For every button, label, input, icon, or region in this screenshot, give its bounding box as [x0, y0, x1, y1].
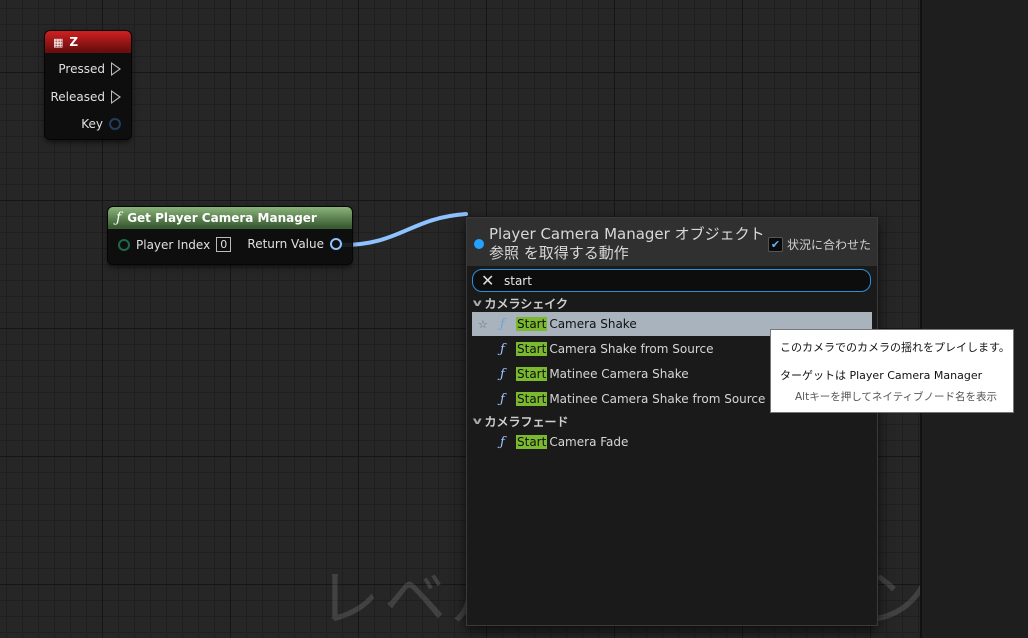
- context-sensitive-label: 状況に合わせた: [787, 238, 872, 252]
- pin-label: Key: [81, 117, 103, 131]
- category-camera-shake[interactable]: v カメラシェイク: [472, 295, 569, 312]
- search-box[interactable]: ✕: [472, 269, 871, 292]
- match-highlight: Start: [516, 317, 548, 331]
- details-side-panel: [920, 0, 1028, 638]
- chevron-down-icon: v: [472, 416, 482, 427]
- result-label: Matinee Camera Shake: [549, 367, 689, 381]
- action-menu-popup: Player Camera Manager オブジェクト参照 を取得する動作 ✔…: [466, 217, 878, 626]
- match-highlight: Start: [516, 392, 548, 406]
- match-highlight: Start: [516, 367, 548, 381]
- keyboard-icon: ▦: [53, 35, 64, 49]
- result-item[interactable]: ƒ Start Camera Fade: [472, 430, 872, 454]
- result-label: Matinee Camera Shake from Source: [549, 392, 766, 406]
- category-label: カメラシェイク: [484, 297, 569, 311]
- blueprint-graph-canvas[interactable]: レベル ブループリント ▦ Z Pressed Released Key ƒ G…: [0, 0, 994, 638]
- function-icon: ƒ: [500, 341, 505, 357]
- star-icon[interactable]: ☆: [478, 318, 492, 331]
- function-icon: ƒ: [116, 210, 122, 226]
- category-label: カメラフェード: [484, 415, 569, 429]
- keyboard-event-node-z[interactable]: ▦ Z Pressed Released Key: [45, 31, 131, 139]
- pin-return-value[interactable]: Return Value: [247, 237, 342, 251]
- data-pin-icon[interactable]: [330, 238, 342, 250]
- chevron-down-icon: v: [472, 298, 482, 309]
- pin-released[interactable]: Released: [50, 90, 121, 104]
- function-icon: ƒ: [500, 391, 505, 407]
- object-reference-icon: [474, 239, 484, 249]
- result-label: Camera Shake from Source: [549, 342, 714, 356]
- data-pin-icon[interactable]: [118, 238, 130, 251]
- tooltip-description: このカメラでのカメラの揺れをプレイします。: [780, 341, 1010, 354]
- return-value-wire: [340, 212, 468, 247]
- search-input[interactable]: [504, 270, 844, 291]
- exec-pin-icon[interactable]: [111, 90, 121, 104]
- close-icon[interactable]: ✕: [481, 270, 494, 291]
- node-title: Get Player Camera Manager: [127, 211, 317, 225]
- node-header: ▦ Z: [45, 31, 131, 53]
- exec-pin-icon[interactable]: [111, 62, 121, 76]
- match-highlight: Start: [516, 342, 548, 356]
- get-player-camera-manager-node[interactable]: ƒ Get Player Camera Manager Player Index…: [108, 207, 352, 264]
- node-title: Z: [69, 35, 79, 49]
- result-label: Camera Fade: [549, 435, 629, 449]
- action-menu-header: Player Camera Manager オブジェクト参照 を取得する動作 ✔…: [467, 218, 877, 266]
- pin-label: Pressed: [58, 62, 105, 76]
- pin-key[interactable]: Key: [81, 117, 121, 131]
- pin-label: Player Index: [136, 237, 211, 252]
- category-camera-fade[interactable]: v カメラフェード: [472, 413, 569, 430]
- pin-label: Return Value: [247, 237, 324, 251]
- tooltip: このカメラでのカメラの揺れをプレイします。 ターゲットは Player Came…: [770, 329, 1014, 413]
- function-icon: ƒ: [500, 316, 505, 332]
- tooltip-hint: Altキーを押してネイティブノード名を表示: [795, 391, 998, 403]
- match-highlight: Start: [516, 435, 548, 449]
- function-icon: ƒ: [500, 434, 505, 450]
- pin-pressed[interactable]: Pressed: [58, 62, 121, 76]
- player-index-input[interactable]: 0: [216, 237, 232, 252]
- data-pin-icon[interactable]: [109, 118, 121, 130]
- node-header: ƒ Get Player Camera Manager: [108, 207, 352, 229]
- pin-player-index[interactable]: Player Index 0: [118, 237, 232, 252]
- result-label: Camera Shake: [549, 317, 637, 331]
- pin-label: Released: [50, 90, 105, 104]
- action-menu-title: Player Camera Manager オブジェクト参照 を取得する動作: [489, 225, 765, 262]
- tooltip-target: ターゲットは Player Camera Manager: [780, 369, 983, 382]
- function-icon: ƒ: [500, 366, 505, 382]
- context-sensitive-checkbox[interactable]: ✔: [768, 237, 783, 252]
